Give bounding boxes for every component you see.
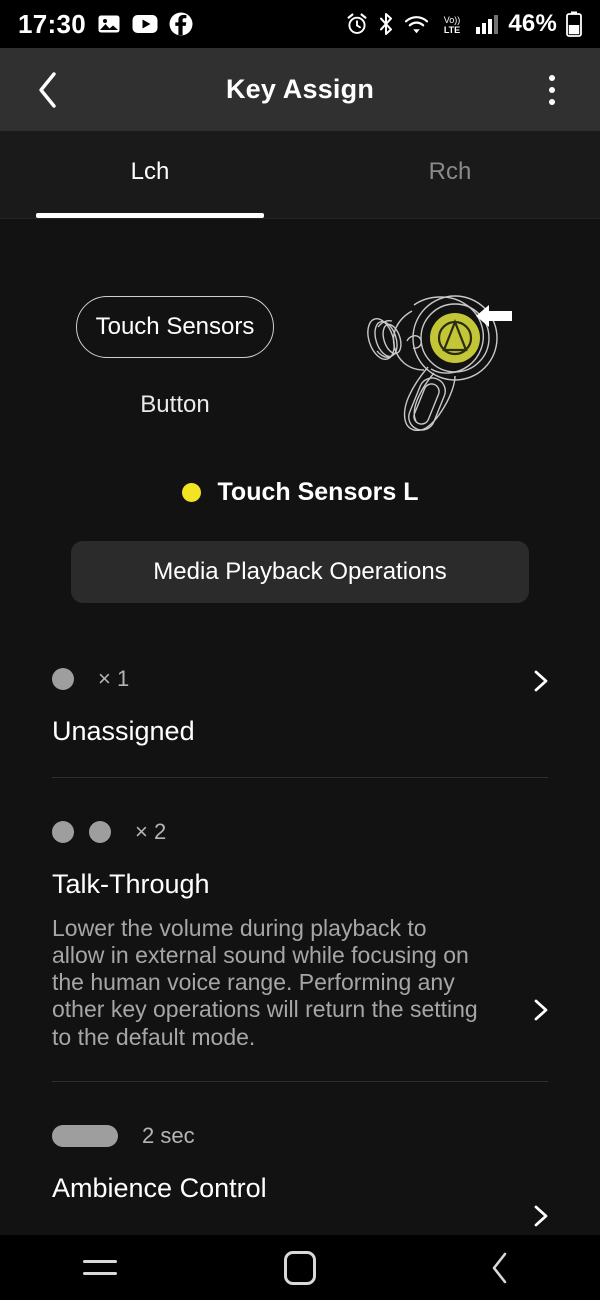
assignment-title: Talk-Through [52, 869, 210, 899]
hold-indicator [52, 1124, 118, 1147]
home-button[interactable] [255, 1242, 345, 1294]
recents-button[interactable] [55, 1242, 145, 1294]
android-nav-bar [0, 1235, 600, 1300]
tab-rch[interactable]: Rch [300, 131, 600, 218]
photos-icon [97, 12, 121, 36]
svg-text:Vo)): Vo)) [444, 15, 461, 25]
page-title: Key Assign [225, 74, 375, 104]
nav-back-button[interactable] [455, 1242, 545, 1294]
hold-duration-label: 2 sec [142, 1122, 195, 1148]
control-type-options: Touch Sensors Button [76, 296, 274, 419]
gesture-indicator: 2 sec [52, 1110, 548, 1162]
alarm-icon [346, 13, 368, 35]
wifi-icon [404, 13, 429, 35]
long-press-pill-icon [52, 1124, 118, 1147]
assignment-list: × 1 Unassigned × 2 Talk-Through Lower th… [0, 627, 600, 1227]
facebook-icon [169, 12, 193, 36]
chevron-right-icon [534, 1205, 548, 1227]
gesture-indicator: × 2 [52, 806, 548, 858]
current-sensor-indicator: Touch Sensors L [0, 470, 600, 514]
assignment-title: Unassigned [52, 716, 195, 746]
tap-count-label: × 2 [135, 819, 167, 844]
assignment-row-double-tap[interactable]: × 2 Talk-Through Lower the volume during… [0, 778, 600, 1051]
arrow-left-icon [476, 305, 512, 327]
assignment-description: Lower the volume during playback to allo… [52, 915, 478, 1050]
overflow-menu-icon [549, 74, 555, 105]
battery-icon [566, 11, 582, 37]
recents-icon [83, 1260, 117, 1263]
option-button[interactable]: Button [76, 391, 274, 419]
status-bar-left: 17:30 [18, 9, 193, 40]
youtube-icon [132, 14, 158, 34]
back-button[interactable] [26, 68, 70, 112]
sensor-status-dot [181, 482, 201, 502]
tap-dot-icon [52, 821, 74, 843]
control-type-selector: Touch Sensors Button [0, 219, 600, 474]
tap-dots [52, 821, 111, 843]
volte-icon: Vo)) LTE [438, 13, 466, 35]
media-playback-operations-button[interactable]: Media Playback Operations [71, 541, 529, 603]
phone-screen: 17:30 Vo)) LTE 46% Key Assign Lch Rch To… [0, 0, 600, 1300]
tap-count-label: × 1 [98, 666, 130, 691]
mode-button-container: Media Playback Operations [0, 541, 600, 603]
scroll-content[interactable]: Touch Sensors Button Touch Sensors L Med… [0, 219, 600, 1235]
overflow-menu-button[interactable] [530, 68, 574, 112]
status-bar: 17:30 Vo)) LTE 46% [0, 0, 600, 48]
assignment-row-single-tap[interactable]: × 1 Unassigned [0, 627, 600, 747]
tap-dots [52, 668, 74, 690]
back-icon [39, 71, 56, 108]
assignment-row-long-press[interactable]: 2 sec Ambience Control [0, 1082, 600, 1227]
tap-dot-icon [52, 668, 74, 690]
bluetooth-icon [377, 12, 395, 36]
app-bar: Key Assign [0, 48, 600, 131]
recents-icon [83, 1272, 117, 1275]
svg-text:LTE: LTE [444, 25, 460, 35]
current-sensor-label: Touch Sensors L [217, 477, 419, 506]
tab-rch-label: Rch [428, 157, 472, 185]
status-bar-clock: 17:30 [18, 8, 86, 39]
signal-icon [475, 13, 499, 35]
tap-dot-icon [89, 821, 111, 843]
tab-lch-label: Lch [130, 157, 170, 185]
assignment-title: Ambience Control [52, 1172, 267, 1203]
tab-lch[interactable]: Lch [0, 131, 300, 218]
channel-tabs: Lch Rch [0, 131, 600, 219]
gesture-indicator: × 1 [52, 653, 548, 705]
home-icon [284, 1250, 316, 1285]
chevron-right-icon [534, 670, 548, 692]
back-icon [492, 1252, 507, 1283]
chevron-right-icon [534, 999, 548, 1021]
battery-percent-label: 46% [508, 10, 557, 37]
option-touch-sensors[interactable]: Touch Sensors [76, 296, 274, 358]
status-bar-right: Vo)) LTE 46% [346, 10, 582, 38]
